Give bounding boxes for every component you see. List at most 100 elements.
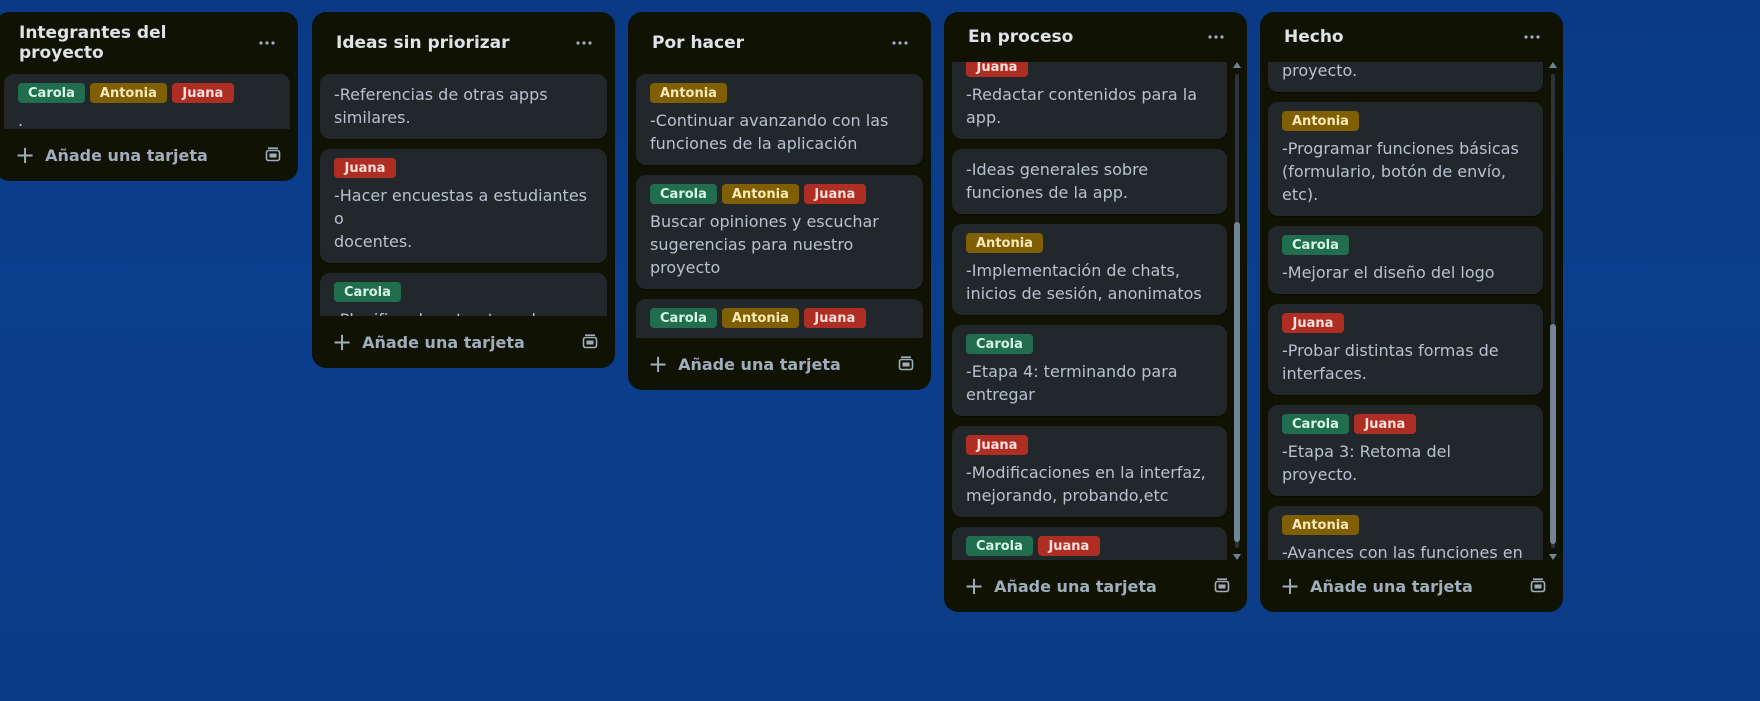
card-template-icon[interactable] — [581, 333, 599, 351]
label-carola[interactable]: Carola — [1282, 414, 1349, 434]
label-carola[interactable]: Carola — [650, 184, 717, 204]
label-antonia[interactable]: Antonia — [721, 184, 799, 204]
card-title: -Probar distintas formas de interfaces. — [1282, 341, 1499, 383]
card[interactable]: Carola -Planificar la estructura de panta… — [320, 273, 607, 316]
label-carola[interactable]: Carola — [650, 308, 717, 328]
card-list: Juana -Redactar contenidos para la app. -I… — [944, 62, 1247, 560]
card-labels: Carola Antonia Juana — [650, 308, 909, 328]
scroll-down-icon[interactable] — [1549, 554, 1557, 560]
label-juana[interactable]: Juana — [803, 308, 866, 328]
label-carola[interactable]: Carola — [18, 83, 85, 103]
card[interactable]: Carola Juana -Etapa 3: Retoma del proyecto… — [1268, 405, 1543, 496]
label-carola[interactable]: Carola — [966, 334, 1033, 354]
card-labels: Antonia — [650, 83, 909, 103]
card-title: -Hacer encuestas a estudiantes o docente… — [334, 186, 587, 251]
label-juana[interactable]: Juana — [1353, 414, 1416, 434]
list-title[interactable]: Hecho — [1284, 27, 1344, 47]
card-title: -Ideas generales sobre funciones de la a… — [966, 160, 1149, 202]
scroll-thumb[interactable] — [1234, 222, 1240, 542]
add-card-button[interactable]: + Añade una tarjeta — [332, 330, 525, 354]
add-card-button[interactable]: + Añade una tarjeta — [1280, 574, 1473, 598]
list-menu-icon[interactable] — [1201, 22, 1231, 52]
label-juana[interactable]: Juana — [334, 158, 396, 178]
list-title[interactable]: En proceso — [968, 27, 1073, 47]
scrollbar[interactable] — [1233, 62, 1241, 560]
label-juana[interactable]: Juana — [966, 62, 1028, 77]
card-title: . — [18, 111, 24, 129]
add-card-button[interactable]: + Añade una tarjeta — [15, 143, 208, 167]
card[interactable]: Antonia -Avances con las funciones en la … — [1268, 506, 1543, 560]
card[interactable]: Antonia -Implementación de chats, inicios… — [952, 224, 1227, 315]
label-juana[interactable]: Juana — [803, 184, 866, 204]
scroll-up-icon[interactable] — [1233, 62, 1241, 68]
label-carola[interactable]: Carola — [966, 536, 1033, 556]
card-labels: Carola Antonia Juana — [18, 83, 276, 103]
list-footer: + Añade una tarjeta — [628, 338, 931, 390]
card-template-icon[interactable] — [1213, 577, 1231, 595]
card-title: -Planificar la estructura de pantallas. — [334, 308, 593, 316]
card[interactable]: Juana -Hacer encuestas a estudiantes o do… — [320, 149, 607, 263]
card-list: -Referencias de otras apps similares. Jua… — [312, 74, 615, 316]
list-menu-icon[interactable] — [569, 28, 599, 58]
card-title: Buscar opiniones y escuchar sugerencias … — [650, 212, 879, 277]
list-menu-icon[interactable] — [1517, 22, 1547, 52]
list-en-proceso: En proceso Juana -Redactar contenidos par… — [944, 12, 1247, 612]
scrollbar[interactable] — [1549, 62, 1557, 560]
cards-area: Juana -Redactar contenidos para la app. -I… — [944, 62, 1247, 560]
list-ideas-sin-priorizar: Ideas sin priorizar -Referencias de otra… — [312, 12, 615, 368]
list-title[interactable]: Integrantes del proyecto — [19, 23, 253, 63]
list-menu-icon[interactable] — [885, 28, 915, 58]
plus-icon: + — [15, 141, 36, 169]
cards-area: Antonia -Continuar avanzando con las func… — [628, 74, 931, 338]
label-antonia[interactable]: Antonia — [650, 83, 727, 103]
label-antonia[interactable]: Antonia — [966, 233, 1043, 253]
card-title: -Etapa 3: Retoma del proyecto. — [1282, 442, 1451, 484]
list-header: Hecho — [1260, 12, 1563, 62]
add-card-label: Añade una tarjeta — [362, 332, 525, 352]
list-footer: + Añade una tarjeta — [1260, 560, 1563, 612]
card[interactable]: Carola Antonia Juana Buscar opiniones y esc… — [636, 175, 923, 289]
card[interactable]: Carola -Mejorar el diseño del logo — [1268, 226, 1543, 294]
card[interactable]: Carola -Etapa 4: terminando para entregar — [952, 325, 1227, 416]
card[interactable]: Antonia -Continuar avanzando con las func… — [636, 74, 923, 165]
card[interactable]: Carola Antonia Juana. — [4, 74, 290, 129]
label-antonia[interactable]: Antonia — [1282, 111, 1359, 131]
card[interactable]: -Referencias de otras apps similares. — [320, 74, 607, 139]
scroll-up-icon[interactable] — [1549, 62, 1557, 68]
card-labels: Juana — [1282, 313, 1529, 333]
label-juana[interactable]: Juana — [171, 83, 234, 103]
list-title[interactable]: Por hacer — [652, 33, 744, 53]
label-juana[interactable]: Juana — [1282, 313, 1344, 333]
card[interactable]: Juana -Probar distintas formas de interfa… — [1268, 304, 1543, 395]
label-antonia[interactable]: Antonia — [721, 308, 799, 328]
card-template-icon[interactable] — [264, 146, 282, 164]
card[interactable]: CarolaAntoniaJuana -Problemas que podría … — [636, 299, 923, 338]
cards-area: -Referencias de otras apps similares. Jua… — [312, 74, 615, 316]
card-title: -Problemas que podría resolver. — [650, 334, 909, 338]
list-menu-icon[interactable] — [253, 28, 282, 58]
list-title[interactable]: Ideas sin priorizar — [336, 33, 510, 53]
label-juana[interactable]: Juana — [966, 435, 1028, 455]
card[interactable]: proyecto. — [1268, 62, 1543, 92]
card-title: -Avances con las funciones en la aplicac… — [1282, 543, 1523, 560]
card[interactable]: -Ideas generales sobre funciones de la a… — [952, 149, 1227, 214]
card[interactable]: Juana -Redactar contenidos para la app. — [952, 62, 1227, 139]
cards-area: Carola Antonia Juana. — [0, 74, 298, 129]
label-juana[interactable]: Juana — [1037, 536, 1100, 556]
card[interactable]: Juana -Modificaciones en la interfaz, mej… — [952, 426, 1227, 517]
label-antonia[interactable]: Antonia — [89, 83, 167, 103]
add-card-label: Añade una tarjeta — [994, 576, 1157, 596]
add-card-label: Añade una tarjeta — [678, 354, 841, 374]
add-card-button[interactable]: + Añade una tarjeta — [964, 574, 1157, 598]
label-antonia[interactable]: Antonia — [1282, 515, 1359, 535]
card[interactable]: CarolaJuana-Planificación de flyer, vide… — [952, 527, 1227, 560]
label-carola[interactable]: Carola — [1282, 235, 1349, 255]
label-carola[interactable]: Carola — [334, 282, 401, 302]
card-template-icon[interactable] — [1529, 577, 1547, 595]
scroll-down-icon[interactable] — [1233, 554, 1241, 560]
add-card-button[interactable]: + Añade una tarjeta — [648, 352, 841, 376]
scroll-thumb[interactable] — [1550, 324, 1556, 544]
card-labels: Antonia — [966, 233, 1213, 253]
card-template-icon[interactable] — [897, 355, 915, 373]
card[interactable]: Antonia -Programar funciones básicas (for… — [1268, 102, 1543, 216]
